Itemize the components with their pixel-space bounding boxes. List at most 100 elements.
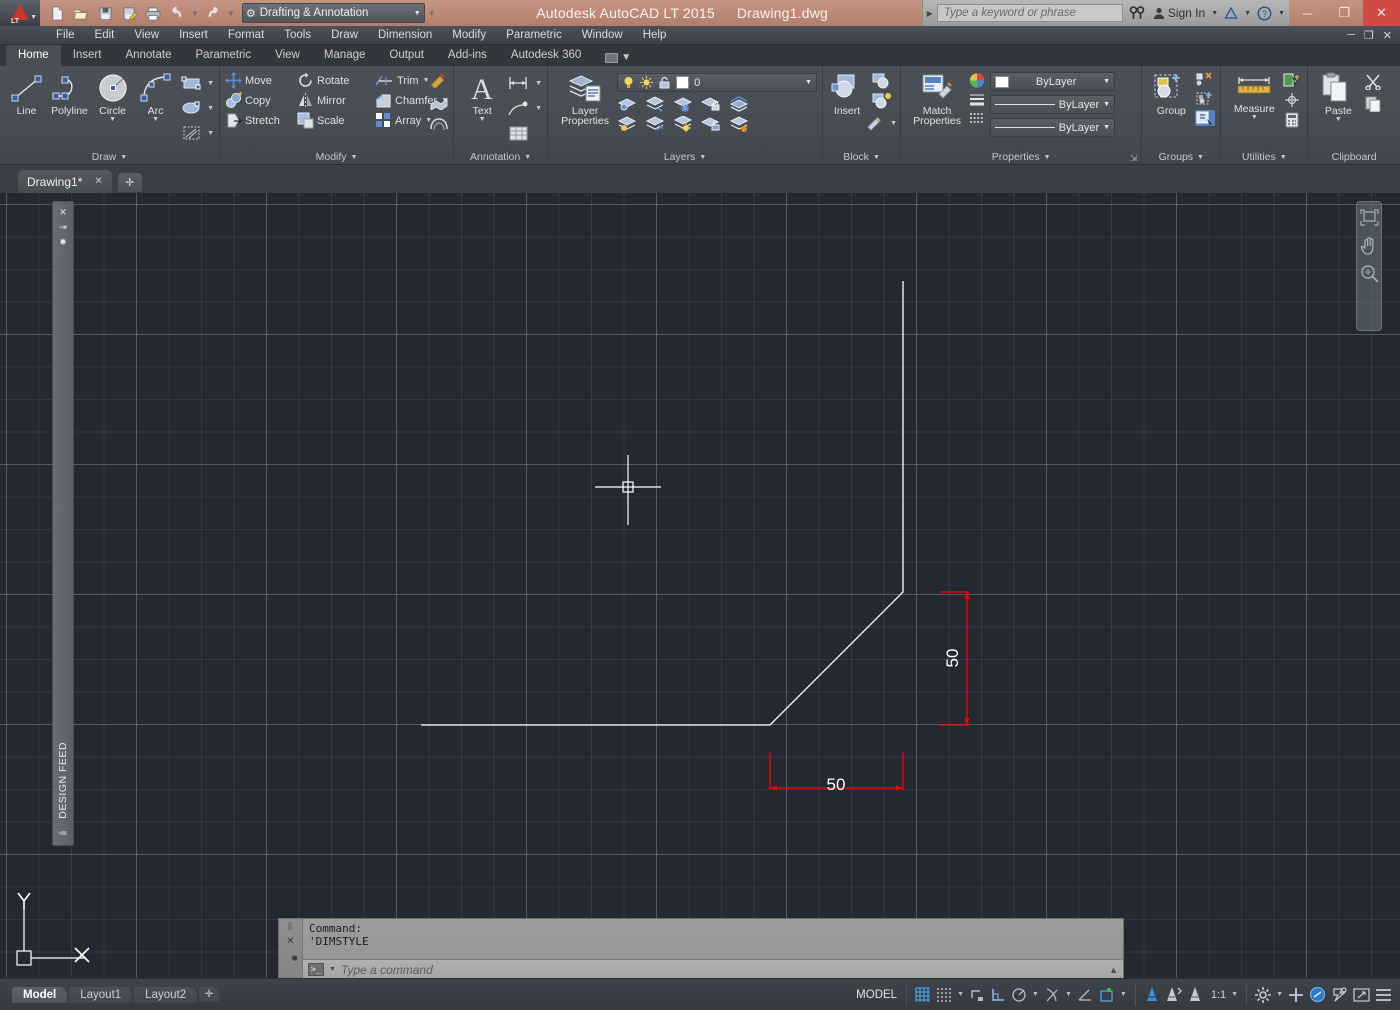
layers-panel-title[interactable]: Layers ▼	[548, 149, 822, 165]
redo-dropdown-caret[interactable]: ▼	[226, 9, 236, 18]
chevron-down-icon[interactable]: ▼	[805, 79, 812, 86]
line-button[interactable]: Line	[5, 70, 48, 117]
ribbon-tab-annotate[interactable]: Annotate	[113, 45, 183, 66]
customize-icon[interactable]	[285, 953, 297, 968]
ribbon-tab-parametric[interactable]: Parametric	[184, 45, 264, 66]
calculator-icon[interactable]	[1282, 112, 1302, 128]
measure-dropdown-caret[interactable]: ▼	[1251, 114, 1258, 121]
infocenter-expand-icon[interactable]: ▶	[927, 9, 933, 18]
drag-handle-icon[interactable]: ⣿	[287, 922, 293, 930]
lightbulb-icon[interactable]	[622, 76, 635, 89]
polar-tracking-toggle[interactable]	[1011, 987, 1027, 1003]
menu-item-tools[interactable]: Tools	[274, 26, 321, 45]
cut-icon[interactable]	[1363, 74, 1383, 90]
stretch-button[interactable]: Stretch	[225, 112, 287, 129]
move-button[interactable]: Move	[225, 72, 287, 89]
layer-properties-button[interactable]: Layer Properties	[553, 70, 617, 127]
ribbon-tab-autodesk360[interactable]: Autodesk 360	[499, 45, 593, 66]
search-input[interactable]: Type a keyword or phrase	[936, 4, 1123, 22]
osnap-tracking-toggle[interactable]	[1077, 987, 1093, 1003]
rectangle-dropdown-caret[interactable]: ▼	[207, 80, 214, 87]
osnap-settings-caret[interactable]: ▼	[1065, 991, 1072, 998]
command-window-grip[interactable]: ⣿ ✕	[279, 919, 303, 979]
block-panel-title[interactable]: Block ▼	[823, 149, 900, 165]
ribbon-tab-manage[interactable]: Manage	[312, 45, 378, 66]
infer-constraints-toggle[interactable]	[969, 987, 985, 1003]
mirror-button[interactable]: Mirror	[297, 92, 365, 109]
menu-item-format[interactable]: Format	[218, 26, 274, 45]
menu-item-help[interactable]: Help	[633, 26, 677, 45]
measure-button[interactable]: Measure ▼	[1226, 70, 1282, 121]
annotation-scale-caret[interactable]: ▼	[1231, 991, 1238, 998]
create-block-icon[interactable]	[866, 72, 897, 89]
open-file-icon[interactable]	[70, 3, 92, 23]
text-button[interactable]: A Text ▼	[459, 70, 505, 123]
dimension-dropdown-caret[interactable]: ▼	[535, 80, 542, 87]
ellipse-tool[interactable]: ▼	[181, 97, 214, 119]
restore-button[interactable]: ❐	[1326, 0, 1363, 26]
text-dropdown-caret[interactable]: ▼	[479, 116, 486, 123]
modify-panel-title[interactable]: Modify ▼	[220, 149, 453, 165]
chevron-down-icon[interactable]: ▼	[1103, 78, 1110, 85]
polar-settings-caret[interactable]: ▼	[1032, 991, 1039, 998]
snap-mode-toggle[interactable]	[936, 987, 952, 1003]
menu-item-file[interactable]: File	[46, 26, 85, 45]
command-window[interactable]: ⣿ ✕ Command: 'DIMSTYLE >_ ▼ Type a comma…	[278, 918, 1124, 980]
annotation-panel-title[interactable]: Annotation ▼	[454, 149, 547, 165]
drawing-canvas[interactable]: ✕ ⇥ ✸ DESIGN FEED ≔ 50 50	[0, 193, 1400, 978]
chevron-down-icon[interactable]: ▼	[1044, 154, 1051, 161]
layer-lock-icon[interactable]	[701, 96, 722, 112]
layer-selector[interactable]: 0 ▼	[617, 73, 818, 92]
trim-button[interactable]: Trim ▼	[375, 73, 430, 89]
hatch-tool[interactable]: ▼	[181, 122, 214, 144]
color-selector[interactable]: ByLayer ▼	[990, 72, 1116, 91]
leader-tool[interactable]: ▼	[507, 97, 542, 119]
copy-button[interactable]: Copy	[225, 92, 287, 109]
ribbon-tab-insert[interactable]: Insert	[61, 45, 114, 66]
graphics-performance-icon[interactable]	[1331, 986, 1348, 1003]
quick-select-icon[interactable]	[1282, 72, 1302, 88]
application-menu-button[interactable]: LT ▼	[0, 0, 40, 26]
group-selection-icon[interactable]	[1195, 110, 1216, 126]
ribbon-tab-home[interactable]: Home	[6, 45, 61, 66]
layer-unisolate-icon[interactable]	[617, 116, 638, 132]
chevron-down-icon[interactable]: ▼	[120, 154, 127, 161]
command-options-caret[interactable]: ▼	[329, 966, 336, 973]
lineweight-icon[interactable]	[968, 92, 986, 107]
draw-panel-title[interactable]: Draw ▼	[0, 149, 219, 165]
new-drawing-tab-button[interactable]: ✛	[117, 173, 142, 192]
close-icon[interactable]: ✕	[94, 176, 102, 187]
group-edit-icon[interactable]	[1195, 91, 1215, 106]
circle-dropdown-caret[interactable]: ▼	[109, 116, 116, 123]
define-attribute-caret[interactable]: ▼	[890, 120, 897, 127]
save-as-icon[interactable]	[118, 3, 140, 23]
chevron-down-icon[interactable]: ▼	[699, 154, 706, 161]
chevron-down-icon[interactable]: ▼	[1280, 154, 1287, 161]
chevron-down-icon[interactable]: ▼	[351, 154, 358, 161]
layer-unlock-icon[interactable]	[701, 116, 722, 132]
layer-on-icon[interactable]	[673, 116, 694, 132]
sun-icon[interactable]	[640, 76, 654, 89]
groups-panel-title[interactable]: Groups ▼	[1142, 149, 1220, 165]
arc-button[interactable]: Arc ▼	[134, 70, 177, 123]
hardware-accel-icon[interactable]	[1288, 987, 1304, 1003]
file-tab-drawing1[interactable]: Drawing1* ✕	[18, 170, 112, 193]
linetype-selector[interactable]: ByLayer ▼	[990, 95, 1116, 114]
arc-dropdown-caret[interactable]: ▼	[152, 116, 159, 123]
doc-restore-button[interactable]: ❐	[1364, 29, 1374, 42]
annotation-visibility-toggle[interactable]	[1144, 986, 1160, 1003]
doc-minimize-button[interactable]: ─	[1347, 29, 1355, 42]
clean-screen-icon[interactable]	[1353, 987, 1370, 1003]
autodesk-360-caret[interactable]: ▼	[1244, 10, 1251, 17]
annotation-scale-list-toggle[interactable]	[1187, 986, 1203, 1003]
insert-button[interactable]: Insert	[828, 70, 866, 117]
minimize-button[interactable]: ─	[1289, 0, 1326, 26]
workspace-switch-icon[interactable]	[1255, 986, 1272, 1003]
command-input-row[interactable]: >_ ▼ Type a command ▲	[303, 959, 1123, 979]
lineweight-selector[interactable]: ByLayer ▼	[990, 118, 1116, 137]
layout-tab-layout1[interactable]: Layout1	[69, 986, 133, 1003]
copy-clip-icon[interactable]	[1363, 96, 1383, 112]
annotation-scale-value[interactable]: 1:1	[1208, 989, 1226, 1001]
save-file-icon[interactable]	[94, 3, 116, 23]
chevron-down-icon[interactable]: ▼	[1103, 101, 1110, 108]
